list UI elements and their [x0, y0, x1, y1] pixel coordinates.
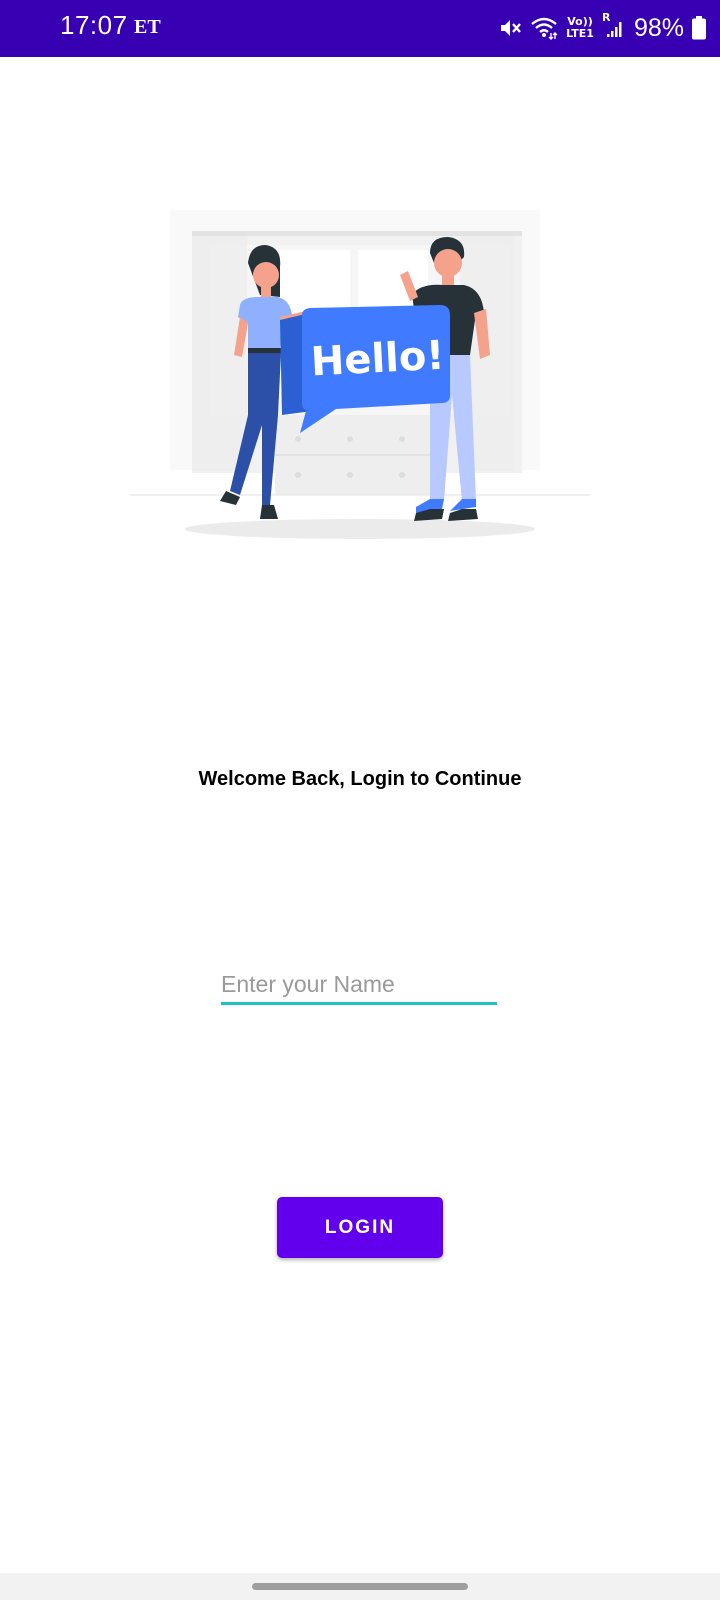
- status-icons: Vo)) LTE1 R 98%: [498, 10, 706, 46]
- home-gesture-handle[interactable]: [252, 1583, 468, 1590]
- status-carrier: ET: [134, 16, 161, 38]
- people-greeting-illustration: Hello!: [130, 205, 590, 545]
- speech-bubble-text: Hello!: [310, 333, 446, 386]
- mute-icon: [498, 16, 522, 40]
- name-input[interactable]: [221, 966, 497, 1005]
- wifi-icon: [530, 16, 558, 40]
- signal-icon: R: [602, 12, 624, 40]
- battery-percent: 98%: [633, 13, 684, 42]
- status-bar: 17:07 ET Vo)) LTE1 R 98%: [0, 0, 720, 57]
- roaming-label: R: [601, 11, 611, 24]
- login-screen: 17:07 ET Vo)) LTE1 R 98% Hello! Welcome …: [0, 0, 720, 1600]
- login-button[interactable]: LOGIN: [277, 1197, 443, 1258]
- navigation-bar: [0, 1573, 720, 1600]
- status-time: 17:07: [60, 10, 128, 40]
- battery-icon: [692, 16, 706, 40]
- volte-icon: Vo)) LTE1: [566, 16, 594, 40]
- welcome-heading: Welcome Back, Login to Continue: [198, 768, 522, 790]
- volte-bottom-label: LTE1: [566, 27, 594, 40]
- name-field-container: [221, 966, 497, 1006]
